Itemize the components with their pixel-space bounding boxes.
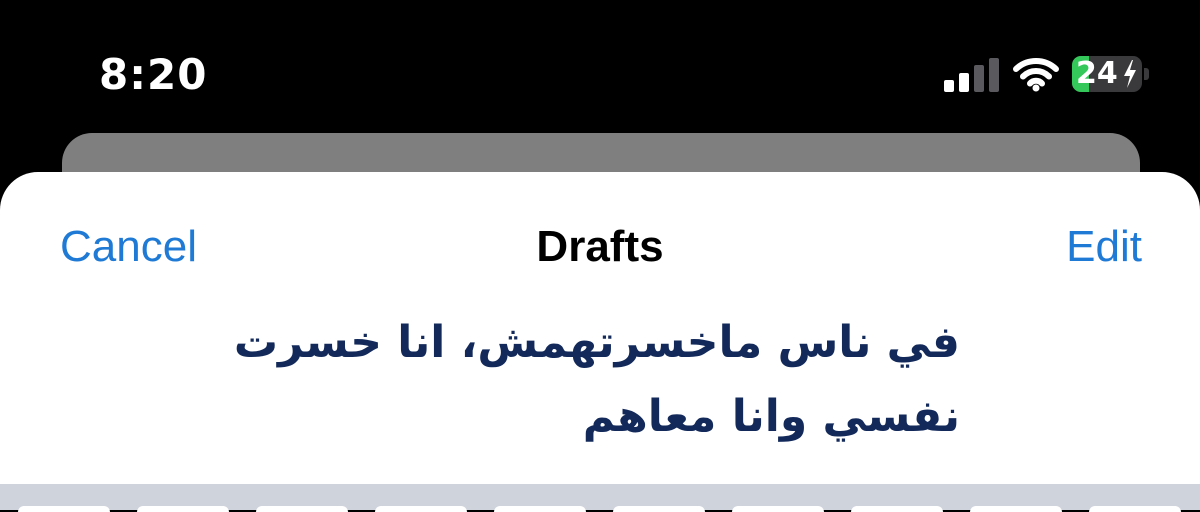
keyboard-key (970, 506, 1062, 512)
signal-bar-4 (989, 58, 999, 92)
draft-item-text[interactable]: في ناس ماخسرتهمش، انا خسرت نفسي وانا معا… (220, 306, 960, 454)
status-time: 8:20 (99, 50, 208, 99)
signal-bar-1 (944, 80, 954, 92)
battery-body: 24 (1072, 56, 1142, 92)
battery-level: 24 (1076, 56, 1118, 91)
keyboard-key (375, 506, 467, 512)
keyboard-key (613, 506, 705, 512)
page-title: Drafts (536, 222, 664, 271)
keyboard-key (494, 506, 586, 512)
keyboard-key (851, 506, 943, 512)
keyboard-key (256, 506, 348, 512)
keyboard-key (1089, 506, 1181, 512)
wifi-icon (1013, 58, 1059, 92)
keyboard-key (137, 506, 229, 512)
signal-bar-3 (974, 65, 984, 92)
cellular-signal-icon (944, 56, 1000, 92)
keyboard-key (732, 506, 824, 512)
battery-charging-icon: 24 (1072, 56, 1152, 92)
drafts-sheet: Cancel Drafts Edit في ناس ماخسرتهمش، انا… (0, 172, 1200, 512)
signal-bar-2 (959, 73, 969, 92)
keyboard-key (18, 506, 110, 512)
edit-button[interactable]: Edit (1066, 222, 1142, 272)
charging-bolt-icon (1124, 60, 1136, 88)
battery-cap (1144, 68, 1149, 80)
status-bar: 8:20 24 (0, 0, 1200, 130)
